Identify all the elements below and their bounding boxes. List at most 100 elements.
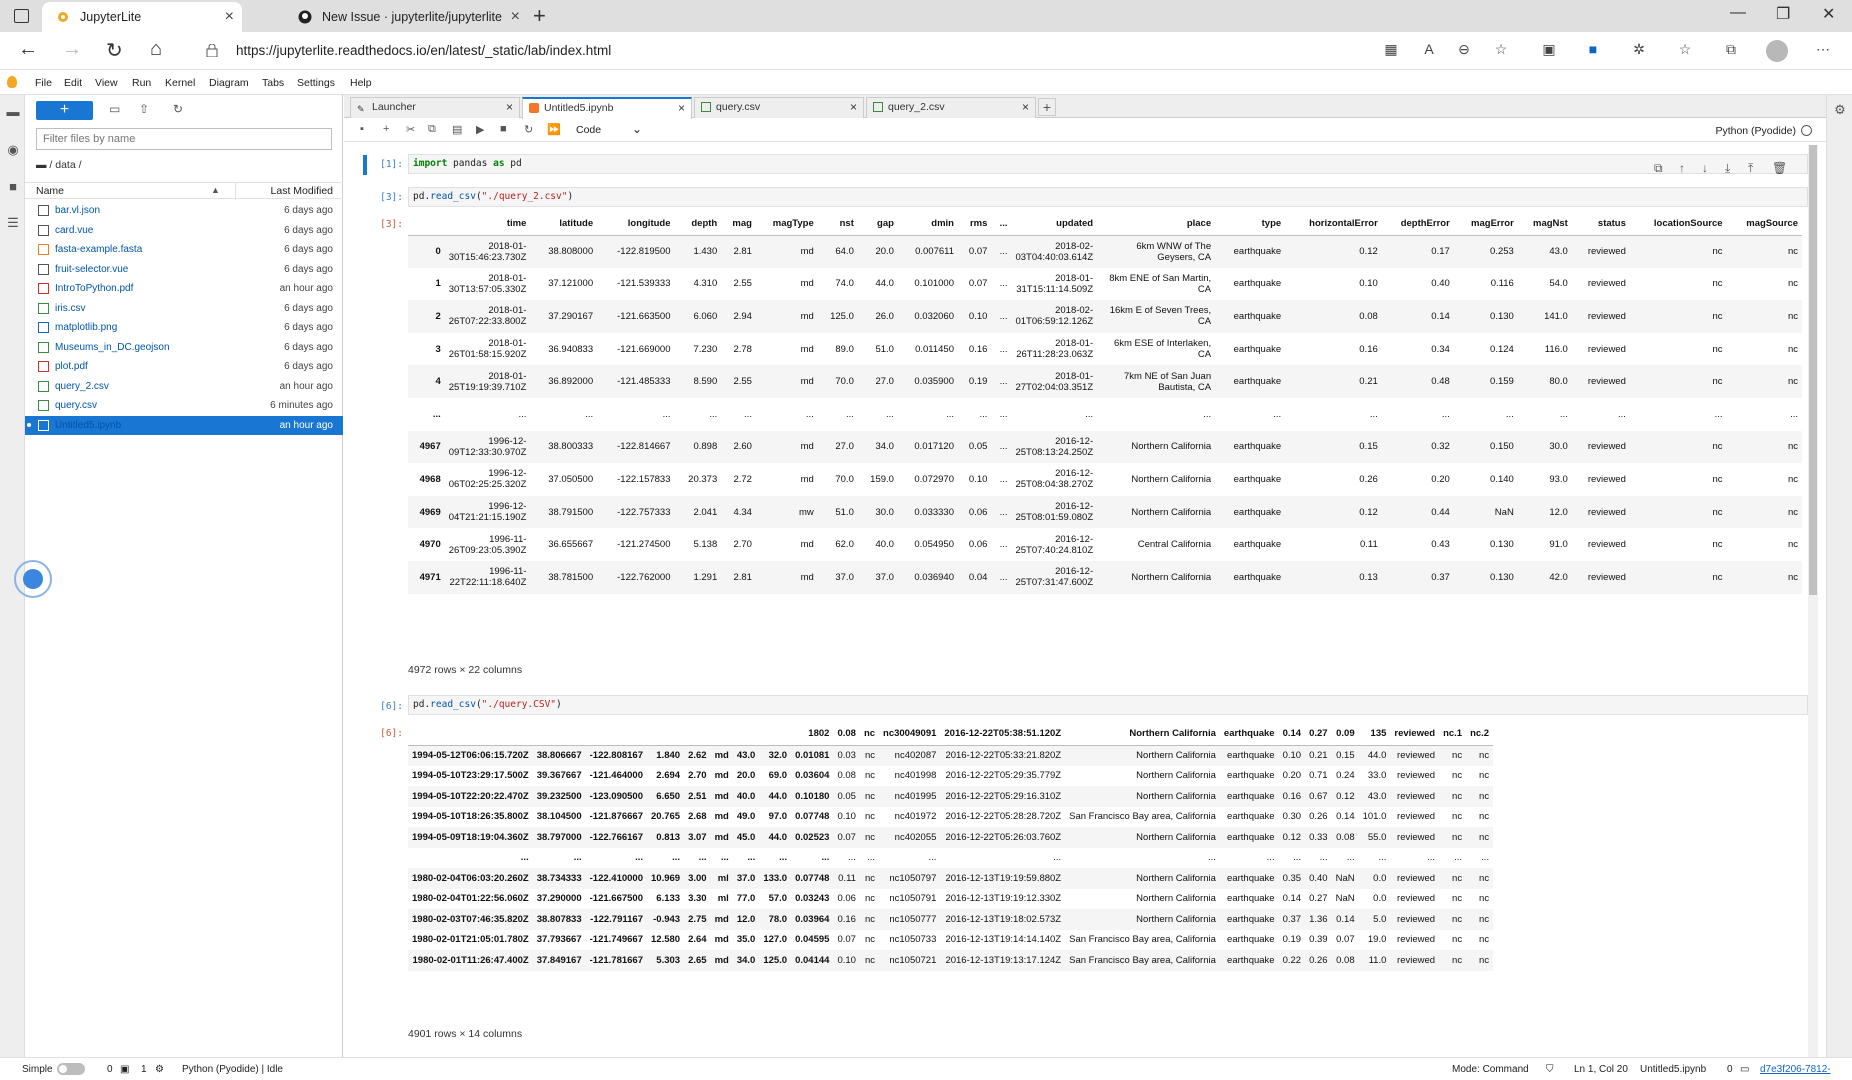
more-icon[interactable]: ⋯ [1814, 41, 1832, 59]
reload-icon[interactable]: ↻ [106, 38, 123, 63]
tab-query-csv[interactable]: query.csv × [694, 97, 864, 118]
forward-icon[interactable]: → [62, 38, 82, 61]
close-tab-icon[interactable]: × [678, 99, 685, 118]
close-window-icon[interactable]: ✕ [1822, 4, 1835, 24]
file-item[interactable]: Museums_in_DC.geojson 6 days ago [25, 338, 343, 357]
menu-help[interactable]: Help [350, 77, 372, 89]
new-launcher-button[interactable]: + [36, 101, 93, 120]
tab-untitled5[interactable]: Untitled5.ipynb × [522, 97, 692, 119]
lock-icon[interactable] [206, 44, 218, 57]
insert-cell-icon[interactable]: + [383, 123, 389, 135]
kernel-status[interactable]: Python (Pyodide) | Idle [182, 1064, 283, 1075]
terminals-count[interactable]: 0 [107, 1064, 113, 1075]
close-tab-icon[interactable]: × [850, 98, 857, 117]
move-down-icon[interactable]: ↓ [1702, 161, 1708, 175]
save-icon[interactable]: ▪ [360, 123, 364, 135]
column-name[interactable]: Name [36, 185, 64, 197]
file-item[interactable]: card.vue 6 days ago [25, 221, 343, 240]
scrollbar-thumb[interactable] [1809, 145, 1817, 595]
code-cell-3[interactable]: pd.read_csv("./query.CSV") [408, 695, 1808, 715]
new-folder-icon[interactable]: ▭ [109, 102, 120, 116]
close-tab-icon[interactable]: × [225, 2, 234, 32]
profile-avatar[interactable] [1766, 40, 1788, 62]
outlook-icon[interactable]: ■ [1584, 41, 1602, 59]
toc-icon[interactable]: ☰ [6, 216, 20, 230]
browser-tab-jupyterlite[interactable]: JupyterLite × [42, 2, 242, 32]
menu-edit[interactable]: Edit [64, 77, 82, 89]
menu-file[interactable]: File [35, 77, 52, 89]
favorites-icon[interactable]: ☆ [1676, 41, 1694, 59]
file-item[interactable]: fasta-example.fasta 6 days ago [25, 240, 343, 259]
maximize-icon[interactable]: ❐ [1776, 4, 1790, 24]
delete-cell-icon[interactable]: 🗑 [1772, 161, 1787, 175]
insert-above-icon[interactable]: ⤒ [1748, 161, 1753, 176]
breadcrumb-path[interactable]: / data / [49, 159, 81, 171]
running-icon[interactable]: ■ [6, 180, 20, 194]
new-tab-icon[interactable]: + [533, 2, 546, 30]
browser-tab-github[interactable]: New Issue · jupyterlite/jupyterlite × [284, 2, 528, 32]
breadcrumb[interactable]: ▬ / data / [36, 159, 82, 171]
tab-launcher[interactable]: ✎ Launcher × [350, 97, 520, 118]
file-item[interactable]: matplotlib.png 6 days ago [25, 318, 343, 337]
file-item[interactable]: iris.csv 6 days ago [25, 299, 343, 318]
code-cell-1[interactable]: import pandas as pd [408, 154, 1808, 174]
home-folder-icon[interactable]: ▬ [36, 159, 49, 171]
code-cell-2[interactable]: pd.read_csv("./query_2.csv") [408, 187, 1808, 207]
move-up-icon[interactable]: ↑ [1679, 161, 1685, 175]
zoom-out-icon[interactable]: ⊖ [1455, 41, 1473, 59]
apps-icon[interactable]: ▦ [1382, 41, 1400, 59]
extension-icon[interactable]: ▣ [1540, 41, 1558, 59]
run-icon[interactable]: ▶ [476, 123, 484, 136]
add-tab-icon[interactable]: + [1038, 98, 1056, 116]
copy-icon[interactable]: ⧉ [428, 123, 436, 136]
kernel-name[interactable]: Python (Pyodide) [1715, 125, 1796, 137]
tab-query-2-csv[interactable]: query_2.csv × [866, 97, 1036, 118]
home-icon[interactable]: ⌂ [150, 38, 162, 61]
close-tab-icon[interactable]: × [511, 2, 520, 32]
file-item[interactable]: plot.pdf 6 days ago [25, 357, 343, 376]
cell-type-select[interactable]: Code ⌄ [576, 122, 642, 136]
notebook-scrollbar[interactable] [1808, 145, 1818, 1057]
cut-icon[interactable]: ✂ [406, 123, 415, 136]
menu-kernel[interactable]: Kernel [165, 77, 195, 89]
file-item[interactable]: IntroToPython.pdf an hour ago [25, 279, 343, 298]
github-icon[interactable]: ◉ [6, 143, 20, 157]
stop-icon[interactable]: ■ [500, 123, 507, 135]
upload-icon[interactable]: ⇧ [139, 102, 149, 116]
notebook-mode[interactable]: Mode: Command [1452, 1064, 1529, 1075]
file-item[interactable]: query.csv 6 minutes ago [25, 396, 343, 415]
file-item[interactable]: fruit-selector.vue 6 days ago [25, 260, 343, 279]
menu-diagram[interactable]: Diagram [209, 77, 249, 89]
file-item[interactable]: query_2.csv an hour ago [25, 377, 343, 396]
collections-icon[interactable]: ⧉ [1722, 41, 1740, 59]
filter-files-input[interactable]: Filter files by name [36, 128, 332, 150]
folder-icon[interactable]: ▬ [6, 105, 20, 119]
cursor-position[interactable]: Ln 1, Col 20 [1574, 1064, 1628, 1075]
menu-run[interactable]: Run [132, 77, 151, 89]
restart-icon[interactable]: ↻ [524, 123, 533, 136]
duplicate-cell-icon[interactable]: ⧉ [1654, 161, 1663, 176]
version-hash-link[interactable]: d7e3f206-7812- [1760, 1064, 1831, 1075]
favorite-icon[interactable]: ☆ [1492, 41, 1510, 59]
property-inspector-icon[interactable]: ⚙ [1833, 103, 1847, 117]
back-icon[interactable]: ← [18, 38, 38, 61]
url-field[interactable]: https://jupyterlite.readthedocs.io/en/la… [236, 43, 611, 58]
menu-tabs[interactable]: Tabs [262, 77, 284, 89]
close-tab-icon[interactable]: × [506, 98, 513, 117]
menu-settings[interactable]: Settings [297, 77, 335, 89]
tab-actions-icon[interactable] [14, 9, 29, 23]
minimize-icon[interactable]: — [1730, 4, 1746, 22]
column-last-modified[interactable]: Last Modified [271, 185, 333, 197]
refresh-icon[interactable]: ↻ [173, 102, 183, 116]
read-aloud-icon[interactable]: A [1420, 41, 1438, 59]
restart-run-all-icon[interactable]: ⏩ [547, 123, 561, 136]
file-item[interactable]: Untitled5.ipynb an hour ago [25, 415, 343, 435]
puzzle-icon[interactable]: ✲ [1630, 41, 1648, 59]
close-tab-icon[interactable]: × [1022, 98, 1029, 117]
insert-below-icon[interactable]: ⤓ [1725, 161, 1730, 176]
paste-icon[interactable]: ▤ [452, 123, 462, 136]
file-item[interactable]: bar.vl.json 6 days ago [25, 201, 343, 220]
kernels-count[interactable]: 1 [141, 1064, 147, 1075]
menu-view[interactable]: View [95, 77, 118, 89]
simple-mode-toggle[interactable] [57, 1063, 85, 1075]
